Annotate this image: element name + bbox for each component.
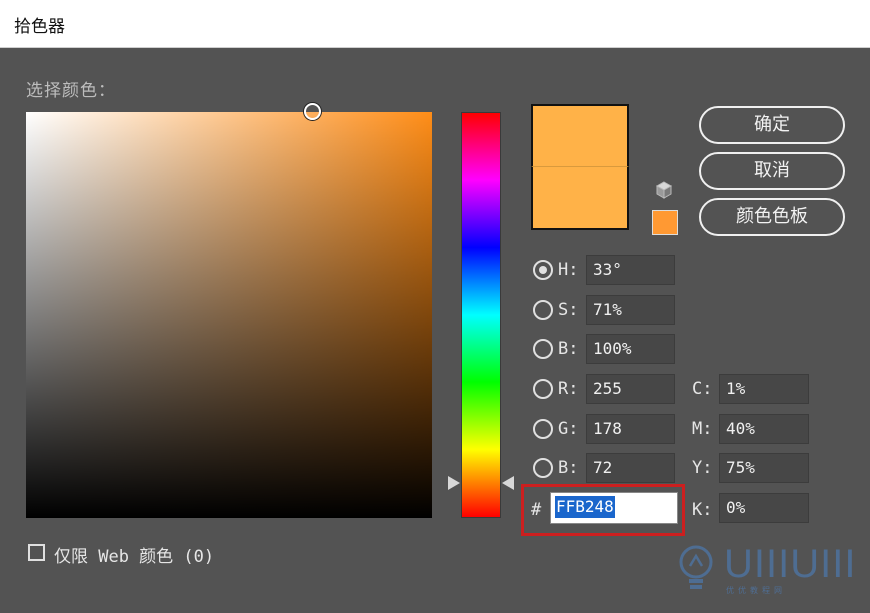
magenta-input[interactable]: 40% bbox=[719, 414, 809, 444]
hue-slider-handle-right[interactable] bbox=[502, 476, 514, 490]
magenta-label: M: bbox=[692, 419, 713, 439]
color-swatches-button[interactable]: 颜色色板 bbox=[699, 198, 845, 236]
blue-label: B: bbox=[558, 458, 579, 478]
websafe-color-swatch[interactable] bbox=[652, 210, 678, 235]
hex-prefix: # bbox=[531, 500, 542, 520]
lightbulb-icon bbox=[679, 545, 713, 589]
black-input[interactable]: 0% bbox=[719, 493, 809, 523]
color-field[interactable] bbox=[26, 112, 432, 518]
green-input[interactable]: 178 bbox=[586, 414, 675, 444]
hex-value-selection: FFB248 bbox=[555, 496, 615, 518]
green-label: G: bbox=[558, 419, 579, 439]
hex-input[interactable]: FFB248 bbox=[550, 492, 678, 524]
watermark-text: UIIIUIII bbox=[724, 542, 857, 586]
watermark-logo: UIIIUIII 优优教程网 bbox=[676, 540, 856, 598]
current-color-swatch[interactable] bbox=[531, 166, 629, 230]
radio-red[interactable] bbox=[533, 379, 553, 399]
radio-saturation[interactable] bbox=[533, 300, 553, 320]
saturation-label: S: bbox=[558, 300, 579, 320]
brightness-label: B: bbox=[558, 339, 579, 359]
radio-brightness[interactable] bbox=[533, 339, 553, 359]
select-color-label: 选择颜色： bbox=[26, 81, 116, 101]
yellow-label: Y: bbox=[692, 458, 713, 478]
cyan-input[interactable]: 1% bbox=[719, 374, 809, 404]
radio-hue[interactable] bbox=[533, 260, 553, 280]
dialog-title: 拾色器 bbox=[14, 17, 65, 37]
new-color-swatch bbox=[531, 104, 629, 167]
hue-input[interactable]: 33° bbox=[586, 255, 675, 285]
web-colors-only-label: 仅限 Web 颜色 (0) bbox=[54, 547, 215, 567]
saturation-input[interactable]: 71% bbox=[586, 295, 675, 325]
dialog-titlebar: 拾色器 bbox=[0, 0, 870, 48]
hue-slider-handle-left[interactable] bbox=[448, 476, 460, 490]
watermark-subtext: 优优教程网 bbox=[726, 586, 786, 595]
hue-slider[interactable] bbox=[461, 112, 501, 518]
radio-green[interactable] bbox=[533, 419, 553, 439]
blue-input[interactable]: 72 bbox=[586, 453, 675, 483]
web-colors-only-checkbox[interactable] bbox=[28, 544, 45, 561]
ok-button[interactable]: 确定 bbox=[699, 106, 845, 144]
yellow-input[interactable]: 75% bbox=[719, 453, 809, 483]
red-input[interactable]: 255 bbox=[586, 374, 675, 404]
cancel-button[interactable]: 取消 bbox=[699, 152, 845, 190]
cyan-label: C: bbox=[692, 379, 713, 399]
hue-label: H: bbox=[558, 260, 579, 280]
radio-blue[interactable] bbox=[533, 458, 553, 478]
brightness-input[interactable]: 100% bbox=[586, 334, 675, 364]
websafe-cube-icon[interactable] bbox=[654, 180, 674, 200]
black-label: K: bbox=[692, 500, 713, 520]
red-label: R: bbox=[558, 379, 579, 399]
color-field-marker[interactable] bbox=[304, 103, 321, 120]
